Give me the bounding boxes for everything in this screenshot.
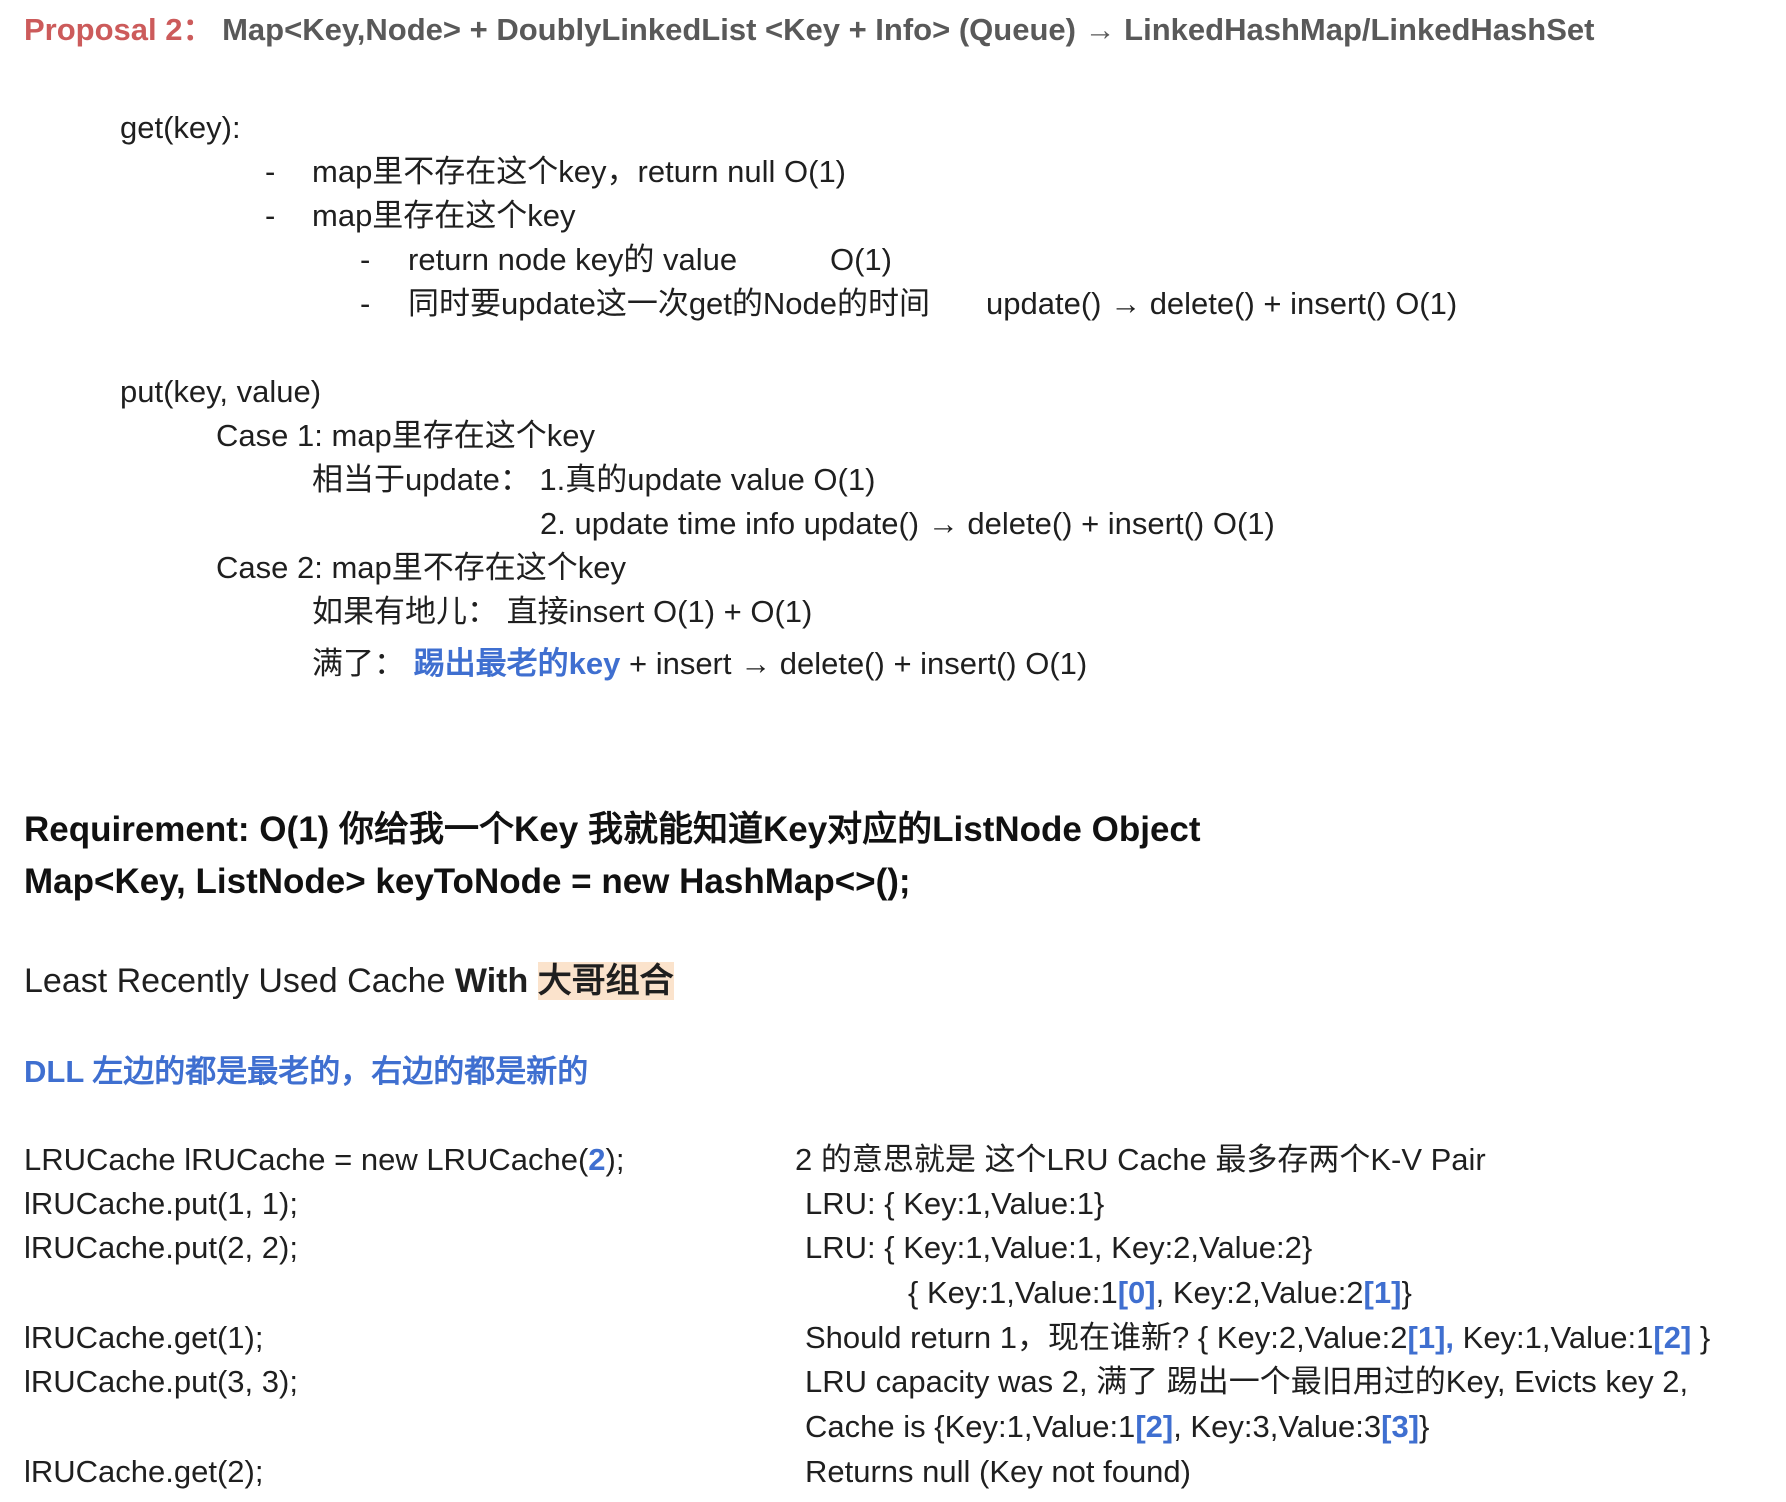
evict-oldest-key: 踢出最老的key — [413, 646, 621, 681]
note-4-index-0: [0] — [1117, 1275, 1156, 1310]
proposal-label: Proposal 2： — [24, 12, 214, 47]
bullet-dash: - — [360, 242, 371, 277]
bullet-dash: - — [265, 154, 276, 189]
code-line-6: lRUCache.get(2); — [24, 1454, 264, 1489]
put-case-1: Case 1: map里存在这个key — [216, 418, 595, 453]
note-line-8: Returns null (Key not found) — [805, 1454, 1191, 1489]
put-case-1-line-2: 2. update time info update() → delete() … — [540, 506, 1275, 541]
note-4-c: , Key:2,Value:2 — [1155, 1275, 1364, 1310]
get-sub-bullet-2b: update() → delete() + insert() O(1) — [986, 286, 1458, 321]
note-7-e: } — [1419, 1409, 1430, 1444]
note-line-7: Cache is {Key:1,Value:1[2], Key:3,Value:… — [805, 1407, 1429, 1447]
code-line-1-prefix: LRUCache lRUCache = new LRUCache( — [24, 1142, 589, 1177]
note-5-index-2: [2] — [1653, 1320, 1692, 1355]
proposal-text: Map<Key,Node> + DoublyLinkedList <Key + … — [213, 12, 1595, 47]
note-line-2: LRU: { Key:1,Value:1} — [805, 1186, 1105, 1221]
put-case-2-line-2: 满了： 踢出最老的key + insert → delete() + inser… — [312, 644, 1087, 684]
code-line-2: lRUCache.put(1, 1); — [24, 1186, 298, 1221]
note-4-a: { Key:1,Value:1 — [908, 1275, 1118, 1310]
code-line-1: LRUCache lRUCache = new LRUCache(2); — [24, 1140, 624, 1180]
note-line-6: LRU capacity was 2, 满了 踢出一个最旧用过的Key, Evi… — [805, 1364, 1689, 1399]
note-5-index-1: [1], — [1407, 1320, 1455, 1355]
requirement-line-1: Requirement: O(1) 你给我一个Key 我就能知道Key对应的Li… — [24, 810, 1201, 849]
get-sub-bullet-1b: O(1) — [830, 242, 892, 277]
proposal-title: Proposal 2： Map<Key,Node> + DoublyLinked… — [24, 10, 1594, 50]
code-line-1-suffix: ); — [605, 1142, 625, 1177]
note-line-3: LRU: { Key:1,Value:1, Key:2,Value:2} — [805, 1230, 1313, 1265]
document-page: Proposal 2： Map<Key,Node> + DoublyLinked… — [0, 0, 1786, 1502]
note-7-index-2: [2] — [1135, 1409, 1174, 1444]
lru-title: Least Recently Used Cache With 大哥组合 — [24, 960, 674, 1002]
bullet-dash: - — [265, 198, 276, 233]
note-line-5: Should return 1，现在谁新? { Key:2,Value:2[1]… — [805, 1318, 1710, 1358]
note-5-c: Key:1,Value:1 — [1454, 1320, 1654, 1355]
code-line-4: lRUCache.get(1); — [24, 1320, 264, 1355]
note-5-a: Should return 1，现在谁新? { Key:2,Value:2 — [805, 1320, 1408, 1355]
get-heading: get(key): — [120, 110, 241, 145]
code-line-3: lRUCache.put(2, 2); — [24, 1230, 298, 1265]
put-case-2: Case 2: map里不存在这个key — [216, 550, 626, 585]
full-suffix: + insert → delete() + insert() O(1) — [620, 646, 1088, 681]
put-case-2-line-1: 如果有地儿： 直接insert O(1) + O(1) — [312, 594, 813, 629]
code-line-5: lRUCache.put(3, 3); — [24, 1364, 298, 1399]
lru-title-plain: Least Recently Used Cache — [24, 962, 455, 1000]
note-5-e: } — [1691, 1320, 1711, 1355]
note-7-index-3: [3] — [1381, 1409, 1420, 1444]
get-sub-bullet-2a: 同时要update这一次get的Node的时间 — [408, 286, 931, 321]
lru-title-highlight: 大哥组合 — [537, 962, 674, 1000]
note-4-e: } — [1401, 1275, 1412, 1310]
get-sub-bullet-1a: return node key的 value — [408, 242, 738, 277]
dll-note: DLL 左边的都是最老的，右边的都是新的 — [24, 1054, 589, 1089]
get-bullet-1: map里不存在这个key，return null O(1) — [312, 154, 847, 189]
bullet-dash: - — [360, 286, 371, 321]
lru-title-bold: With — [454, 962, 538, 1000]
note-4-index-1: [1] — [1363, 1275, 1402, 1310]
note-line-4: { Key:1,Value:1[0], Key:2,Value:2[1]} — [908, 1273, 1412, 1313]
note-line-1: 2 的意思就是 这个LRU Cache 最多存两个K-V Pair — [795, 1142, 1486, 1177]
note-7-a: Cache is {Key:1,Value:1 — [805, 1409, 1136, 1444]
capacity-number: 2 — [588, 1142, 606, 1177]
put-case-1-line-1: 相当于update： 1.真的update value O(1) — [312, 462, 876, 497]
put-heading: put(key, value) — [120, 374, 322, 409]
requirement-line-2: Map<Key, ListNode> keyToNode = new HashM… — [24, 862, 911, 901]
get-bullet-2: map里存在这个key — [312, 198, 576, 233]
note-7-c: , Key:3,Value:3 — [1173, 1409, 1382, 1444]
full-prefix: 满了： — [312, 646, 414, 681]
